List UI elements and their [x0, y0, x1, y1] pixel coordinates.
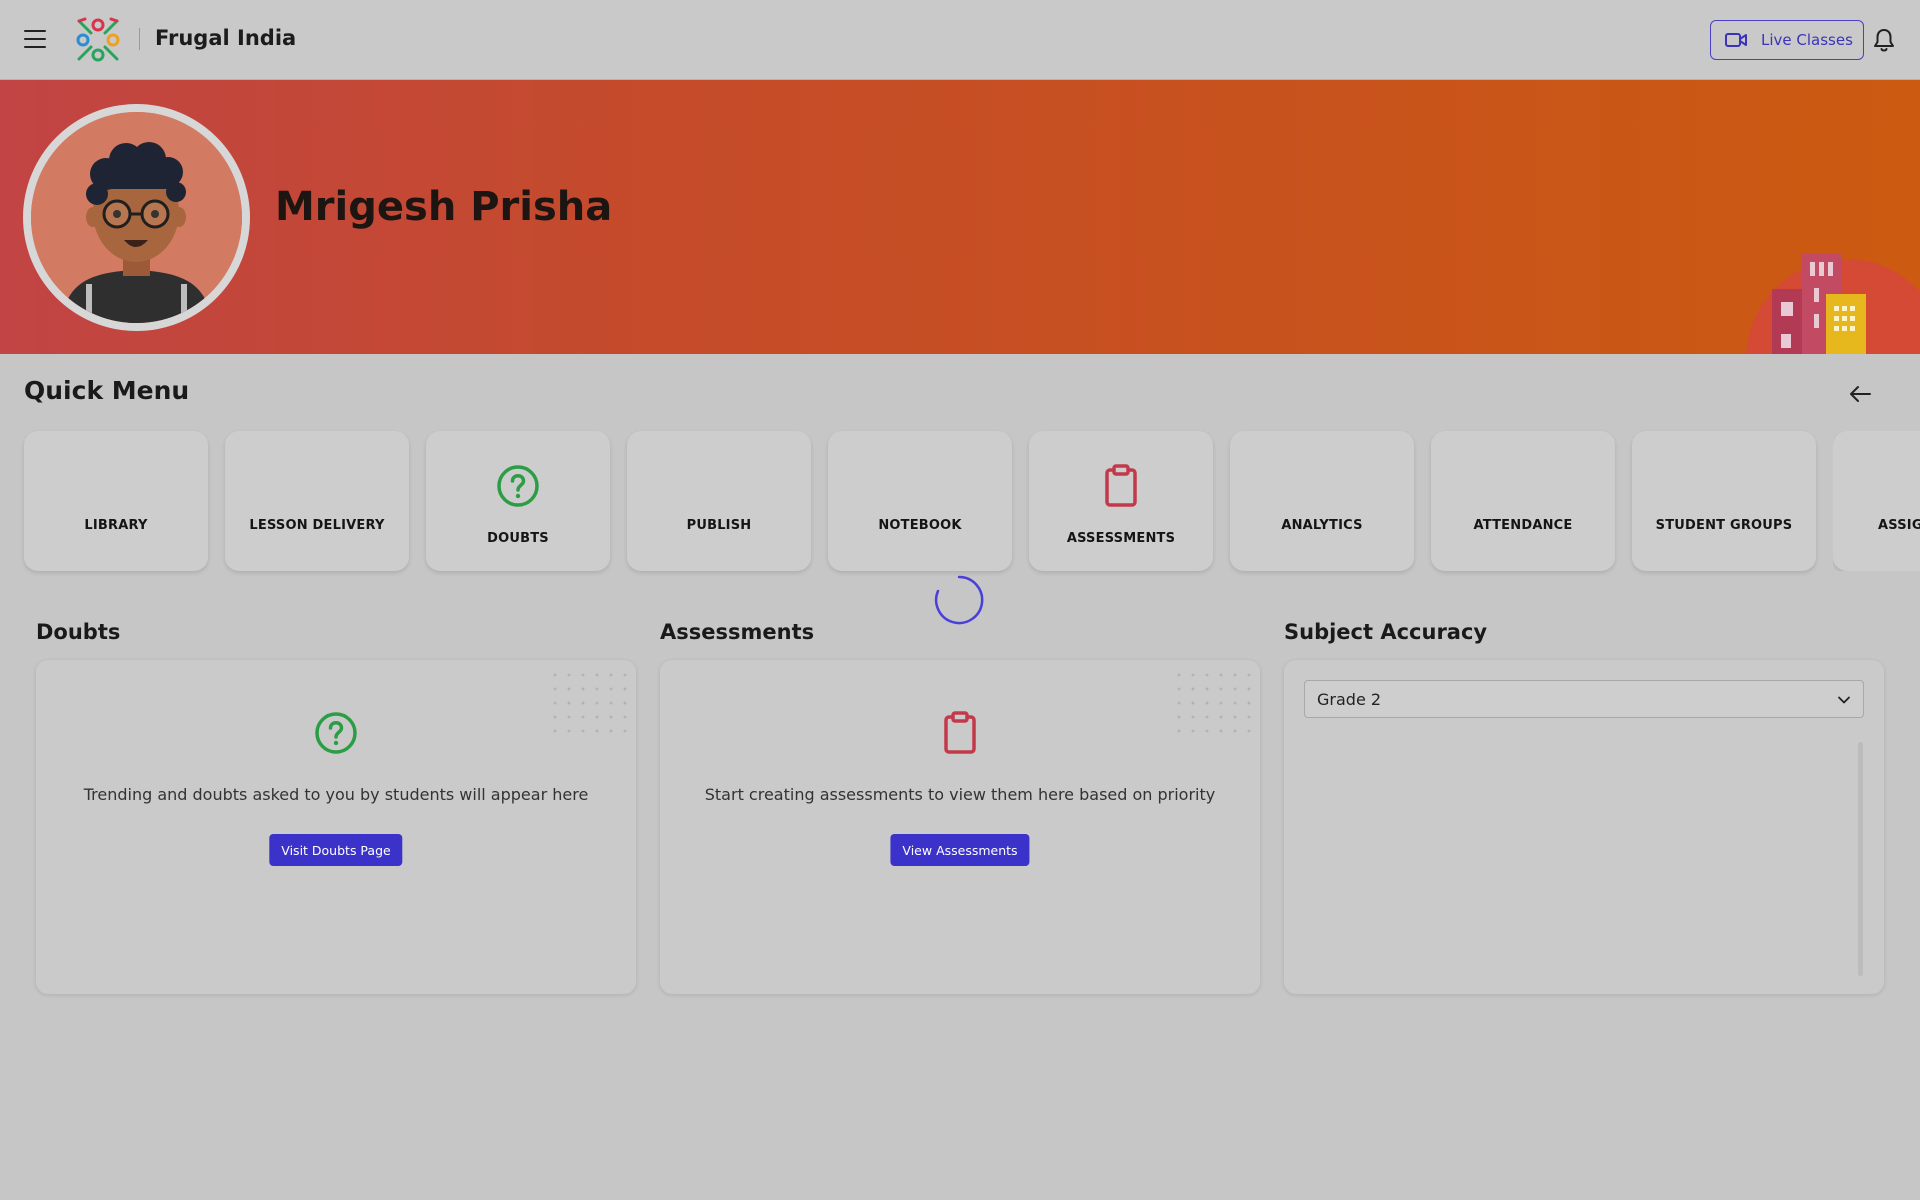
quick-menu-title: Quick Menu — [24, 376, 190, 405]
clipboard-icon — [944, 711, 976, 754]
quick-menu-lesson-delivery[interactable]: LESSON DELIVERY — [225, 431, 409, 571]
tile-label: STUDENT GROUPS — [1655, 518, 1793, 533]
scrollbar[interactable] — [1858, 742, 1863, 976]
assessments-empty-message: Start creating assessments to view them … — [704, 785, 1216, 804]
tile-label: LESSON DELIVERY — [249, 518, 385, 533]
chevron-down-icon — [1838, 696, 1850, 704]
tile-label: ASSESSMENTS — [1066, 531, 1176, 546]
buildings-illustration — [1746, 254, 1920, 354]
visit-doubts-button[interactable]: Visit Doubts Page — [269, 834, 403, 866]
quick-menu-attendance[interactable]: ATTENDANCE — [1431, 431, 1615, 571]
assessments-card: Start creating assessments to view them … — [660, 660, 1260, 994]
clipboard-icon — [1105, 464, 1137, 507]
tile-label: PUBLISH — [686, 518, 752, 533]
dots-decoration — [548, 668, 628, 738]
quick-menu-overflow: ASSIGI — [1833, 431, 1920, 571]
quick-menu-doubts[interactable]: DOUBTS — [426, 431, 610, 571]
back-arrow-icon[interactable] — [1846, 382, 1874, 406]
doubts-card: Trending and doubts asked to you by stud… — [36, 660, 636, 994]
quick-menu-publish[interactable]: PUBLISH — [627, 431, 811, 571]
video-camera-icon — [1725, 33, 1747, 47]
question-circle-icon — [315, 712, 357, 754]
tile-label: DOUBTS — [487, 531, 549, 546]
menu-icon[interactable] — [24, 30, 46, 48]
quick-menu-assessments[interactable]: ASSESSMENTS — [1029, 431, 1213, 571]
brand-divider — [139, 28, 140, 50]
live-classes-label: Live Classes — [1761, 31, 1853, 49]
avatar — [23, 104, 250, 331]
question-circle-icon — [497, 465, 539, 507]
doubts-section-title: Doubts — [36, 620, 121, 644]
top-bar: Frugal India Live Classes — [0, 0, 1920, 80]
tile-label: ANALYTICS — [1281, 518, 1363, 533]
brand-name: Frugal India — [155, 26, 297, 50]
grade-select[interactable]: Grade 2 — [1304, 680, 1864, 718]
quick-menu-analytics[interactable]: ANALYTICS — [1230, 431, 1414, 571]
grade-select-value: Grade 2 — [1317, 689, 1382, 709]
quick-menu-notebook[interactable]: NOTEBOOK — [828, 431, 1012, 571]
quick-menu-assignments[interactable]: ASSIGI — [1833, 431, 1920, 571]
subject-accuracy-card: Grade 2 — [1284, 660, 1884, 994]
subject-accuracy-title: Subject Accuracy — [1284, 620, 1488, 644]
notification-bell-icon[interactable] — [1872, 27, 1896, 53]
tile-label: NOTEBOOK — [878, 518, 962, 533]
dots-decoration — [1172, 668, 1252, 738]
assessments-section-title: Assessments — [660, 620, 815, 644]
brand-logo — [76, 17, 120, 62]
doubts-empty-message: Trending and doubts asked to you by stud… — [83, 785, 589, 804]
quick-menu-library[interactable]: LIBRARY — [24, 431, 208, 571]
tile-label: LIBRARY — [84, 518, 148, 533]
profile-banner: Mrigesh Prisha — [0, 80, 1920, 354]
live-classes-button[interactable]: Live Classes — [1710, 20, 1864, 60]
loading-spinner — [934, 575, 984, 625]
tile-label: ATTENDANCE — [1473, 518, 1573, 533]
view-assessments-button[interactable]: View Assessments — [890, 834, 1030, 866]
user-name: Mrigesh Prisha — [275, 184, 613, 230]
quick-menu-student-groups[interactable]: STUDENT GROUPS — [1632, 431, 1816, 571]
tile-label: ASSIGI — [1878, 518, 1920, 533]
